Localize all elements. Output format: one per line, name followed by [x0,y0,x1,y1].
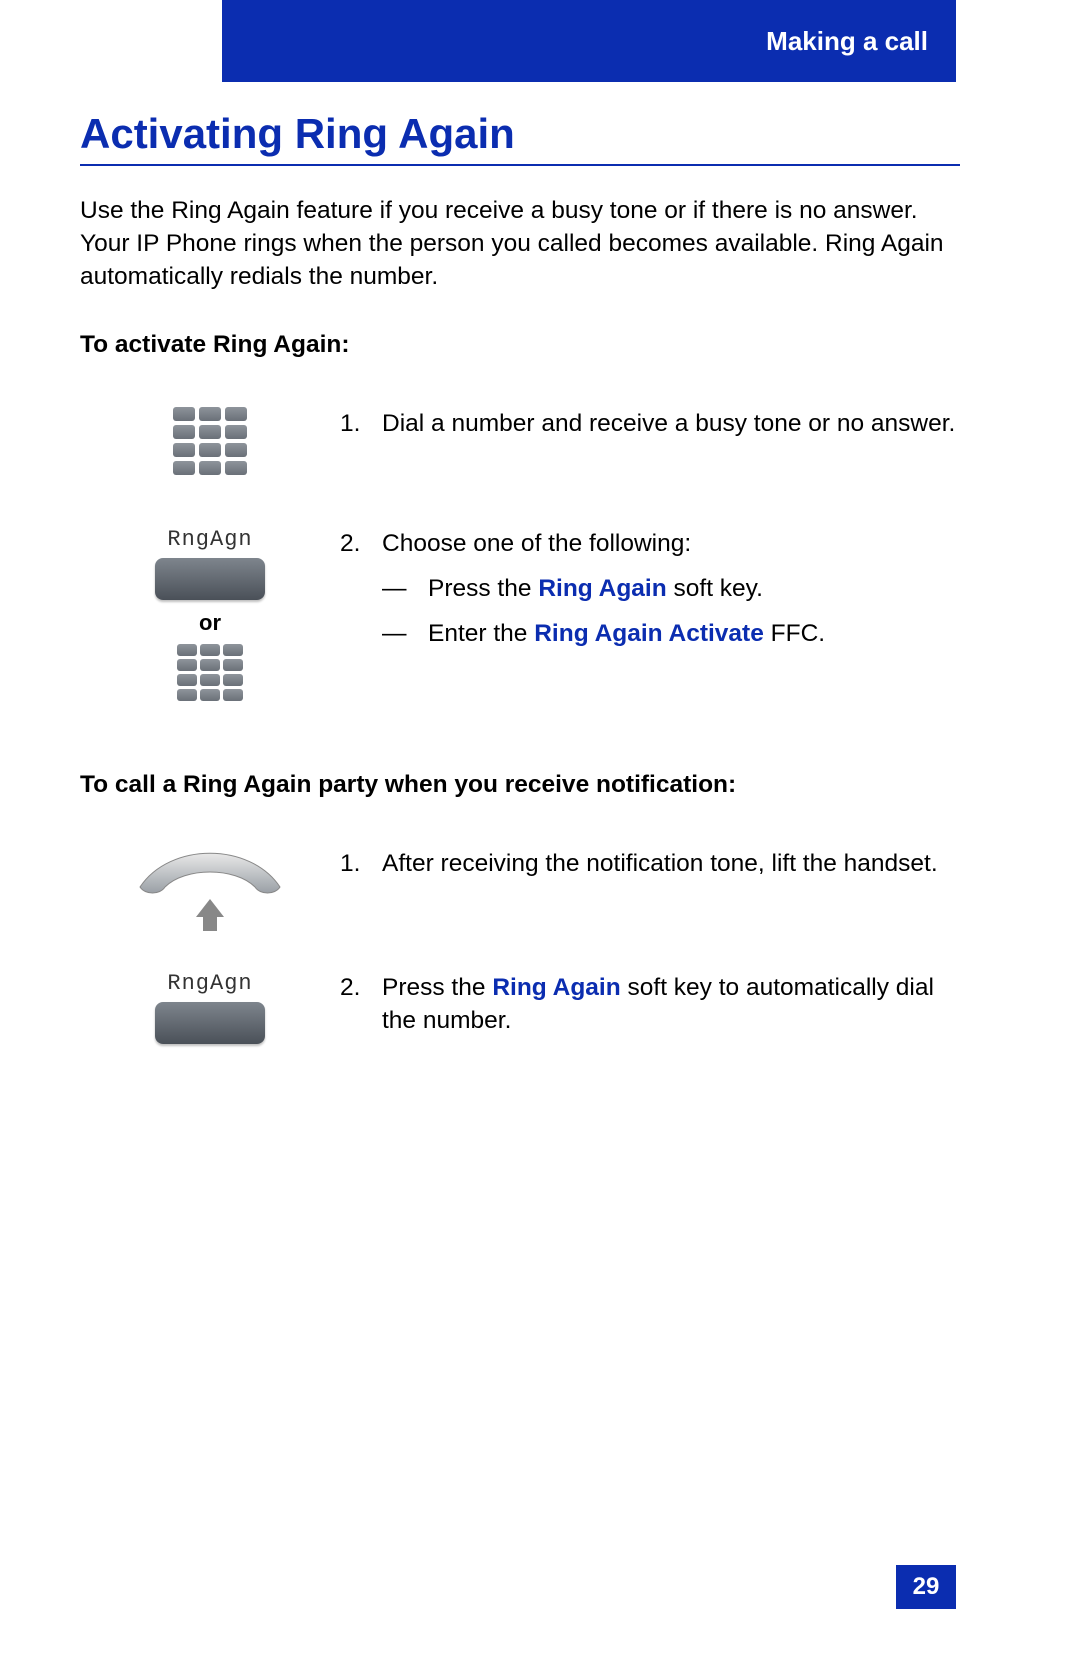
keypad-icon [173,407,247,475]
activate-step-1-text: 1. Dial a number and receive a busy tone… [340,407,960,440]
handset-svg-icon [130,847,290,897]
step-lead: Choose one of the following: [382,527,691,560]
page-number-badge: 29 [896,1565,956,1609]
handset-icon-col [80,847,340,931]
dash: — [382,572,428,605]
callback-step-1-text: 1. After receiving the notification tone… [340,847,960,880]
opt2-keyword: Ring Again Activate [534,620,764,647]
step-number: 2. [340,527,382,560]
step-number: 1. [340,847,382,880]
callback-step-1-row: 1. After receiving the notification tone… [80,847,960,931]
keypad-icon-col [80,407,340,475]
opt1-pre: Press the [428,575,538,602]
softkey-graphic: RngAgn [155,527,265,600]
opt1-keyword: Ring Again [538,575,666,602]
keypad-icon-small [177,644,243,701]
step-number: 2. [340,971,382,1037]
arrow-up-icon [196,899,224,917]
opt2-pre: Enter the [428,620,534,647]
header-section-label: Making a call [766,26,928,57]
page-number: 29 [913,1573,940,1601]
lift-handset-icon [130,847,290,931]
softkey-lcd-label: RngAgn [167,971,252,996]
or-label: or [199,610,221,636]
dash: — [382,617,428,650]
callback-heading: To call a Ring Again party when you rece… [80,771,960,799]
option-2: Enter the Ring Again Activate FFC. [428,617,825,650]
opt1-post: soft key. [667,575,763,602]
step-text: After receiving the notification tone, l… [382,847,938,880]
softkey-lcd-label: RngAgn [167,527,252,552]
arrow-stem-icon [203,917,217,931]
activate-step-2-row: RngAgn or 2. Choose one of the following… [80,527,960,701]
callback-step-2-row: RngAgn 2. Press the Ring Again soft key … [80,971,960,1044]
softkey-or-keypad-col: RngAgn or [80,527,340,701]
callback-step-2-text: 2. Press the Ring Again soft key to auto… [340,971,960,1037]
page-content: Activating Ring Again Use the Ring Again… [80,110,960,1044]
activate-step-2-text: 2. Choose one of the following: — Press … [340,527,960,650]
activate-heading: To activate Ring Again: [80,331,960,359]
step2-pre: Press the [382,974,492,1001]
option-1: Press the Ring Again soft key. [428,572,763,605]
step-text: Dial a number and receive a busy tone or… [382,407,955,440]
step2-keyword: Ring Again [492,974,620,1001]
softkey-icon [155,1002,265,1044]
softkey-icon [155,558,265,600]
page-title: Activating Ring Again [80,110,960,166]
header-section-tab: Making a call [222,0,956,82]
softkey-graphic: RngAgn [155,971,265,1044]
step-number: 1. [340,407,382,440]
softkey-icon-col: RngAgn [80,971,340,1044]
step-text: Press the Ring Again soft key to automat… [382,971,960,1037]
activate-step-1-row: 1. Dial a number and receive a busy tone… [80,407,960,475]
opt2-post: FFC. [764,620,825,647]
intro-paragraph: Use the Ring Again feature if you receiv… [80,194,960,293]
